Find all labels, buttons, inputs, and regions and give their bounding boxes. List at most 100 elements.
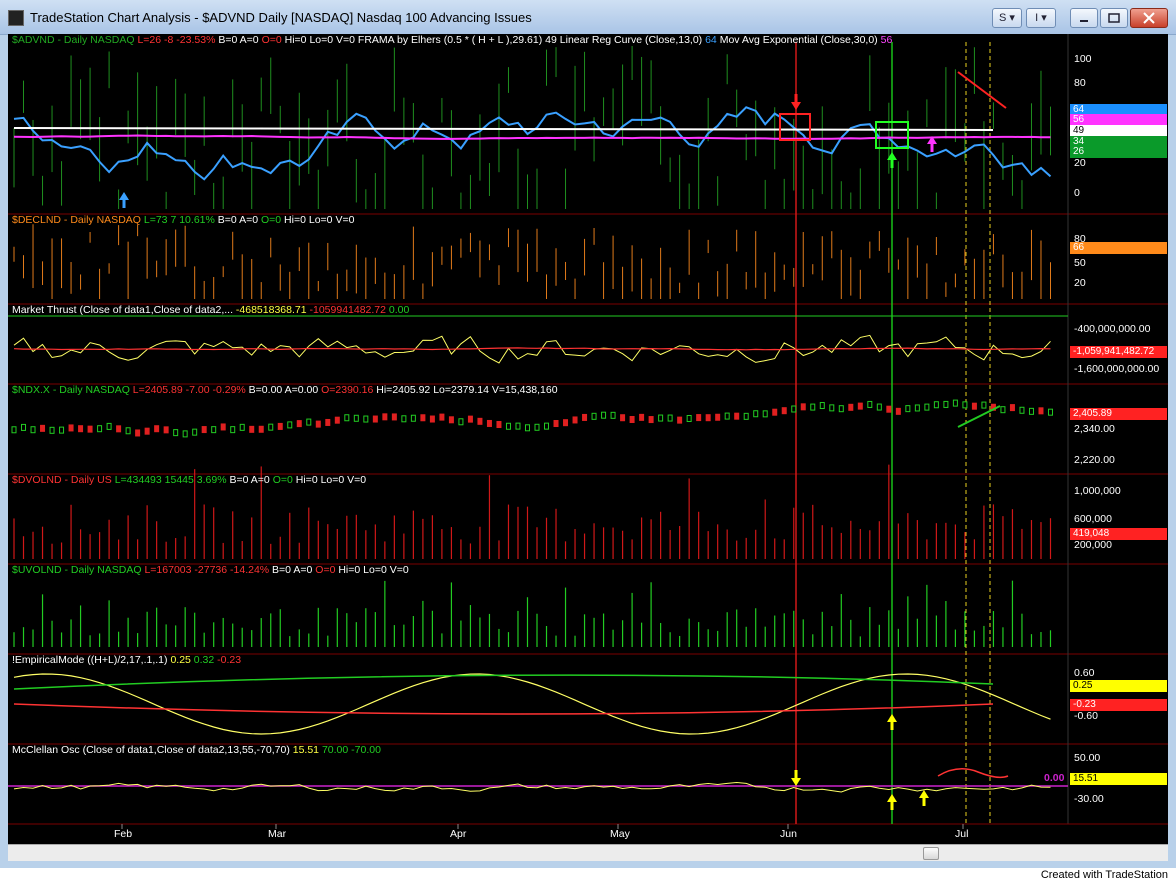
ndx-candle [895, 407, 901, 415]
ndx-candle [505, 422, 511, 430]
ndx-candle [287, 421, 293, 429]
ndx-candle [857, 402, 863, 410]
thrust-avg-line [13, 347, 1051, 351]
panel-field: -70.00 [351, 744, 381, 756]
ndx-candle [648, 416, 654, 424]
ndx-candle [68, 424, 74, 432]
ndx-candle [220, 423, 226, 431]
panel-field: L=26 [137, 34, 165, 46]
panel-title: $DVOLND - Daily US [12, 474, 115, 486]
panel-field: A=0 [239, 34, 262, 46]
ndx-candle [819, 402, 825, 410]
title-bar[interactable]: TradeStation Chart Analysis - $ADVND Dai… [0, 0, 1176, 35]
emd-lower-band [13, 703, 994, 715]
ndx-candle [686, 415, 692, 423]
panel-title: $NDX.X - Daily NASDAQ [12, 384, 133, 396]
panel-field: O=0 [272, 474, 296, 486]
ndx-candle [458, 418, 464, 426]
panel-field: -27736 [194, 564, 231, 576]
ndx-candle [962, 401, 968, 409]
axis-tick-label: -1,600,000,000.00 [1074, 363, 1160, 375]
ndx-candle [363, 415, 369, 423]
ndx-candle [296, 420, 302, 428]
ndx-candle [924, 403, 930, 411]
panel-field: V=0 [335, 214, 355, 226]
maximize-button[interactable] [1100, 8, 1128, 28]
panel-field: -0.29% [212, 384, 249, 396]
red-trendline [957, 71, 1007, 109]
ndx-candle [353, 414, 359, 422]
axis-tick-label: 0 [1074, 187, 1080, 199]
panel-field: Lo=0 [320, 474, 348, 486]
panel-field: Hi=0 [338, 564, 364, 576]
panel-field: Hi=0 [295, 474, 321, 486]
ndx-candle [315, 420, 321, 428]
ndx-candle [772, 408, 778, 416]
close-icon [1143, 12, 1155, 24]
panel-field: V=15,438,160 [491, 384, 558, 396]
panel-title: $ADVND - Daily NASDAQ [12, 34, 138, 46]
ndx-candle [182, 430, 188, 438]
ndx-candle [914, 404, 920, 412]
ndx-candle [429, 415, 435, 423]
panel-label-dvolnd: $DVOLND - Daily US L=434493 15445 3.69% … [12, 474, 366, 486]
value-tag: -0.23 [1070, 699, 1167, 711]
blue-arrow-icon [119, 192, 129, 208]
panel-field: A=0 [293, 564, 316, 576]
x-axis-month-label: Apr [450, 828, 467, 840]
minimize-button[interactable] [1070, 8, 1098, 28]
panel-field: 64 [705, 34, 720, 46]
panel-field: V=0 [389, 564, 409, 576]
emd-upper-band [13, 674, 994, 690]
panel-field: 70.00 [321, 744, 352, 756]
app-icon [8, 10, 24, 26]
panel-field: 3.69% [196, 474, 230, 486]
ndx-candle [762, 410, 768, 418]
panel-field: Lo=0 [363, 564, 390, 576]
ndx-candle [258, 425, 264, 433]
axis-tick-label: 0.60 [1074, 667, 1095, 679]
axis-tick-label: 1,000,000 [1074, 485, 1121, 497]
chart-canvas[interactable] [8, 34, 1168, 844]
panel-field: Lo=2379.14 [433, 384, 492, 396]
ndx-candle [467, 415, 473, 423]
panel-field: 7 [170, 214, 180, 226]
restore-icon [1108, 13, 1120, 23]
close-button[interactable] [1130, 8, 1168, 28]
ndx-candle [705, 414, 711, 422]
scrollbar-thumb[interactable] [923, 847, 939, 860]
axis-tick-label: -30.00 [1074, 793, 1104, 805]
green-trendline [957, 405, 1001, 428]
panel-field: -8 [164, 34, 177, 46]
panel-field: L=434493 [114, 474, 165, 486]
panel-field: B=0 [229, 474, 251, 486]
ndx-candle [239, 423, 245, 431]
ndx-candle [696, 414, 702, 422]
ndx-candle [144, 427, 150, 435]
ndx-candle [981, 401, 987, 409]
ndx-candle [344, 414, 350, 422]
panel-field: 0.25 [170, 654, 194, 666]
ndx-candle [496, 421, 502, 429]
ndx-candle [135, 429, 141, 437]
ndx-candle [943, 400, 949, 408]
axis-tick-label: 20 [1074, 157, 1086, 169]
ndx-candle [933, 401, 939, 409]
chart-area[interactable]: $ADVND - Daily NASDAQ L=26 -8 -23.53% B=… [8, 34, 1168, 844]
ndx-candle [201, 426, 207, 434]
panel-field: O=0 [260, 214, 285, 226]
horizontal-scrollbar[interactable] [8, 844, 1168, 861]
panel-field: 56 [880, 34, 893, 46]
ndx-candle [334, 416, 340, 424]
ndx-candle [1028, 407, 1034, 415]
panel-title: $DECLND - Daily NASDAQ [12, 214, 144, 226]
ndx-candle [116, 425, 122, 433]
s-menu-button[interactable]: S ▾ [992, 8, 1022, 28]
i-menu-button[interactable]: I ▾ [1026, 8, 1056, 28]
ndx-candle [439, 413, 445, 421]
panel-field: 15.51 [292, 744, 322, 756]
yellow-arrow-icon [887, 794, 897, 810]
ndx-candle [952, 399, 958, 407]
panel-label-emd: !EmpiricalMode ((H+L)/2,17,.1,.1) 0.25 0… [12, 654, 241, 666]
axis-tick-label: 100 [1074, 53, 1092, 65]
